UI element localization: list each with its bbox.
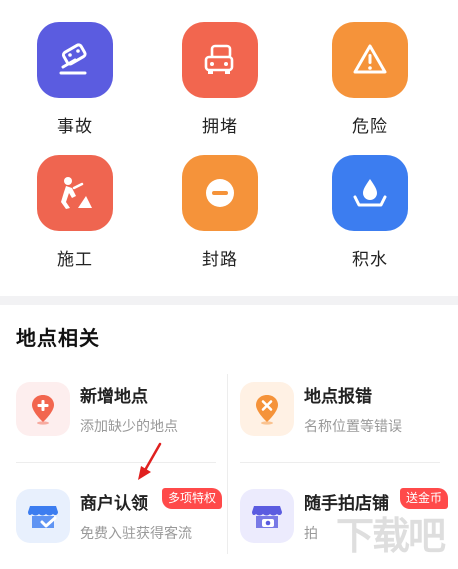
report-danger[interactable]: 危险 — [320, 22, 420, 137]
report-construction[interactable]: 施工 — [25, 155, 125, 270]
report-traffic-jam[interactable]: 拥堵 — [170, 22, 270, 137]
card-subtitle: 拍 — [304, 526, 318, 542]
report-label: 施工 — [57, 250, 93, 270]
section-title: 地点相关 — [16, 326, 100, 350]
report-label: 拥堵 — [202, 117, 238, 137]
report-label: 危险 — [352, 117, 388, 137]
report-type-grid: 事故 拥堵 危险 施工 封路 积水 — [0, 0, 458, 300]
row-divider — [240, 462, 440, 463]
warning-icon — [332, 22, 408, 98]
card-subtitle: 名称位置等错误 — [304, 419, 402, 435]
section-divider — [0, 296, 458, 305]
report-label: 积水 — [352, 250, 388, 270]
card-title: 新增地点 — [80, 387, 148, 407]
report-label: 事故 — [57, 117, 93, 137]
traffic-jam-icon — [182, 22, 258, 98]
report-waterlogging[interactable]: 积水 — [320, 155, 420, 270]
water-icon — [332, 155, 408, 231]
card-subtitle: 免费入驻获得客流 — [80, 526, 192, 542]
card-subtitle: 添加缺少的地点 — [80, 419, 178, 435]
add-location-icon — [16, 382, 70, 436]
row-divider — [16, 462, 216, 463]
add-location-card[interactable]: 新增地点 添加缺少的地点 — [16, 382, 226, 462]
construction-icon — [37, 155, 113, 231]
location-error-card[interactable]: 地点报错 名称位置等错误 — [240, 382, 450, 462]
shop-claim-icon — [16, 489, 70, 543]
car-accident-icon — [37, 22, 113, 98]
location-error-icon — [240, 382, 294, 436]
column-divider — [227, 374, 228, 554]
report-label: 封路 — [202, 250, 238, 270]
annotation-arrow-icon — [138, 442, 162, 480]
card-title: 地点报错 — [304, 387, 372, 407]
card-title: 商户认领 — [80, 494, 148, 514]
privilege-badge: 多项特权 — [162, 488, 223, 509]
report-accident[interactable]: 事故 — [25, 22, 125, 137]
report-road-closed[interactable]: 封路 — [170, 155, 270, 270]
watermark: 下载吧 — [336, 514, 446, 558]
road-closed-icon — [182, 155, 258, 231]
shop-photo-icon — [240, 489, 294, 543]
